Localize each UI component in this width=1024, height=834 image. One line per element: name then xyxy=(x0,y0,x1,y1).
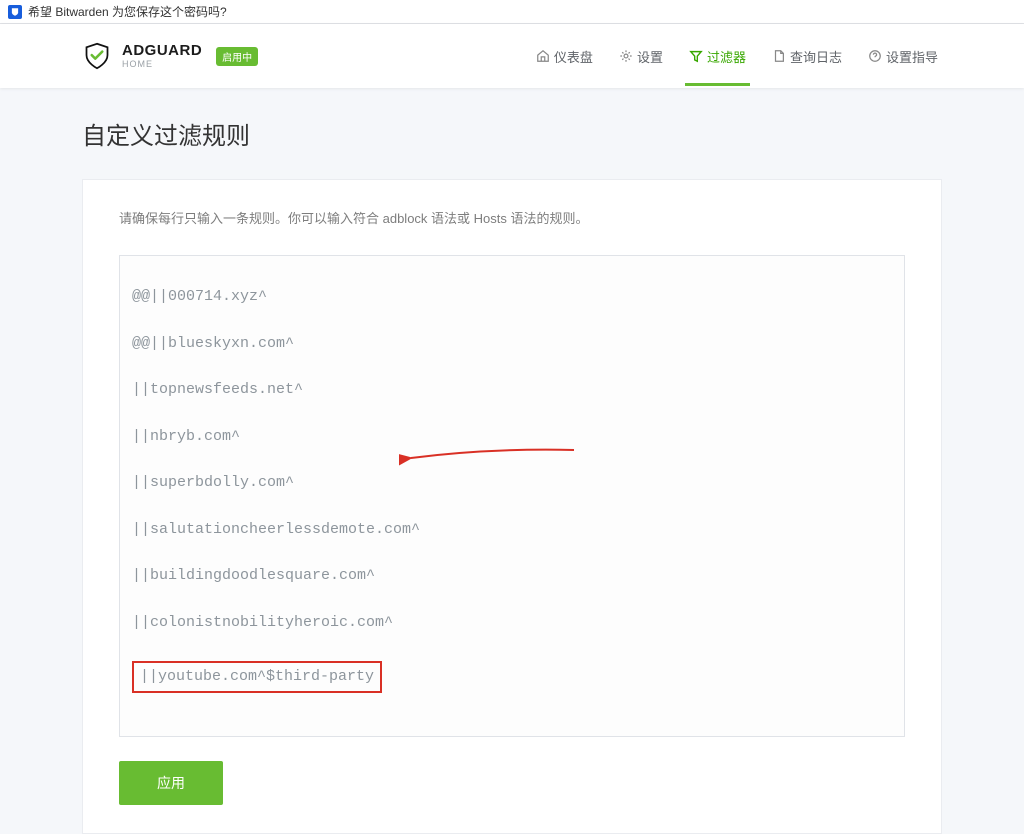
brand-name: ADGUARD xyxy=(122,43,202,58)
nav-setup-guide-label: 设置指导 xyxy=(886,47,938,66)
help-icon xyxy=(868,49,882,63)
status-badge: 启用中 xyxy=(216,47,258,66)
rule-line: @@||000714.xyz^ xyxy=(132,285,892,308)
gear-icon xyxy=(619,49,633,63)
browser-notification-bar: 希望 Bitwarden 为您保存这个密码吗? xyxy=(0,0,1024,24)
nav-settings-label: 设置 xyxy=(637,47,663,66)
brand-subtitle: HOME xyxy=(122,60,202,69)
adguard-logo-icon xyxy=(82,41,112,71)
page-title: 自定义过滤规则 xyxy=(82,88,942,179)
bitwarden-icon xyxy=(8,5,22,19)
rules-panel: 请确保每行只输入一条规则。你可以输入符合 adblock 语法或 Hosts 语… xyxy=(82,179,942,834)
rules-hint: 请确保每行只输入一条规则。你可以输入符合 adblock 语法或 Hosts 语… xyxy=(119,208,905,227)
rule-line: ||superbdolly.com^ xyxy=(132,471,892,494)
nav-filters[interactable]: 过滤器 xyxy=(685,27,750,86)
rule-line: ||buildingdoodlesquare.com^ xyxy=(132,564,892,587)
nav-query-logs[interactable]: 查询日志 xyxy=(768,27,846,86)
rule-line: @@||blueskyxn.com^ xyxy=(132,332,892,355)
highlighted-rule: ||youtube.com^$third-party xyxy=(132,661,382,692)
nav-dashboard[interactable]: 仪表盘 xyxy=(532,27,597,86)
brand[interactable]: ADGUARD HOME 启用中 xyxy=(82,41,258,71)
home-icon xyxy=(536,49,550,63)
top-nav: 仪表盘 设置 过滤器 查询日志 xyxy=(532,27,942,86)
nav-filters-label: 过滤器 xyxy=(707,47,746,66)
filter-icon xyxy=(689,49,703,63)
rule-line: ||salutationcheerlessdemote.com^ xyxy=(132,518,892,541)
nav-query-logs-label: 查询日志 xyxy=(790,47,842,66)
rule-line: ||colonistnobilityheroic.com^ xyxy=(132,611,892,634)
nav-settings[interactable]: 设置 xyxy=(615,27,667,86)
browser-notification-text: 希望 Bitwarden 为您保存这个密码吗? xyxy=(28,3,227,20)
nav-dashboard-label: 仪表盘 xyxy=(554,47,593,66)
rule-line: ||topnewsfeeds.net^ xyxy=(132,378,892,401)
rule-line: ||nbryb.com^ xyxy=(132,425,892,448)
apply-button[interactable]: 应用 xyxy=(119,761,223,805)
rules-textarea[interactable]: @@||000714.xyz^ @@||blueskyxn.com^ ||top… xyxy=(119,255,905,737)
nav-setup-guide[interactable]: 设置指导 xyxy=(864,27,942,86)
header: ADGUARD HOME 启用中 仪表盘 设置 xyxy=(0,24,1024,88)
brand-text: ADGUARD HOME xyxy=(122,43,202,69)
document-icon xyxy=(772,49,786,63)
